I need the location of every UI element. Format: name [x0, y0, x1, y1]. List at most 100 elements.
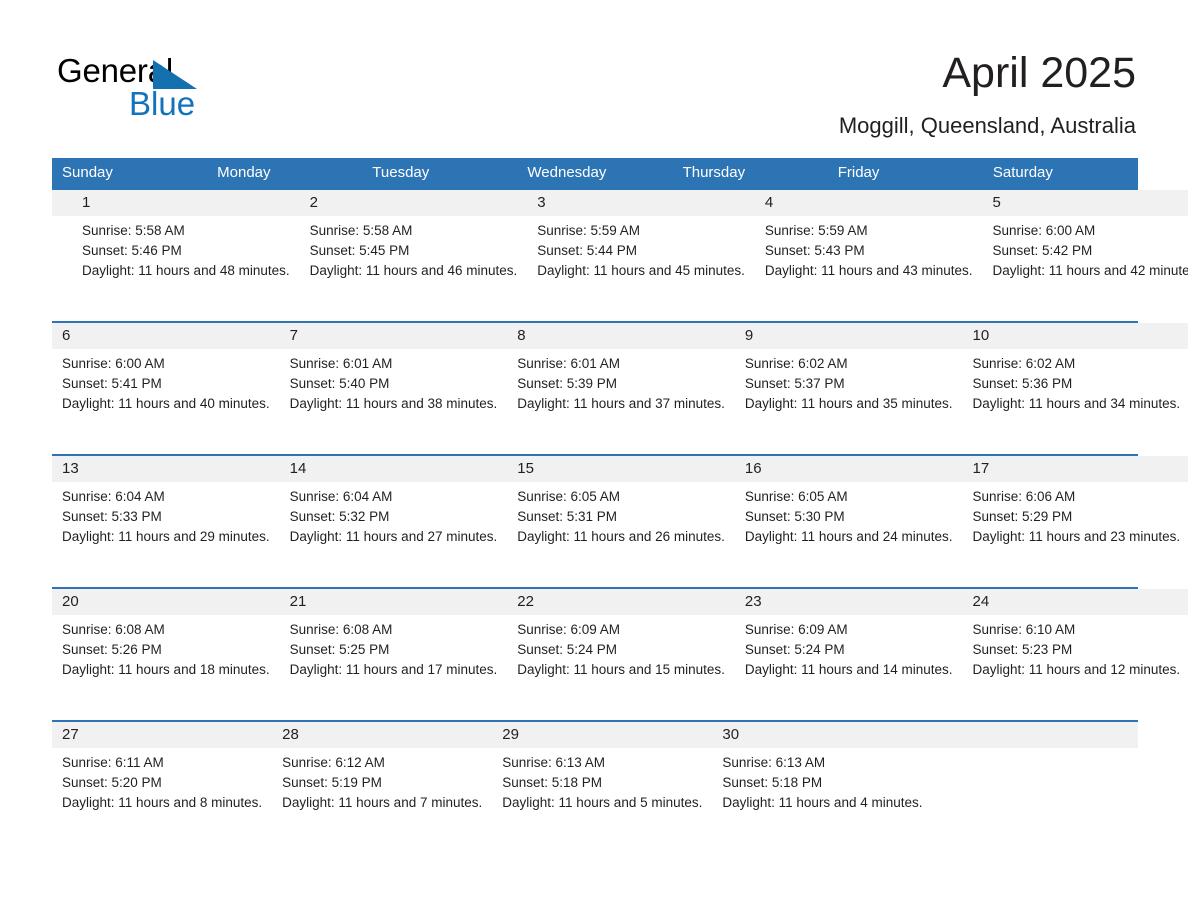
day-cell[interactable]: 7 Sunrise: 6:01 AM Sunset: 5:40 PM Daylight… [279, 323, 508, 454]
day-number-band: 23 [734, 589, 963, 615]
day-cell[interactable]: 3 Sunrise: 5:59 AM Sunset: 5:44 PM Daylight… [527, 190, 755, 321]
day-number: 16 [744, 460, 762, 477]
day-cell-empty [1001, 722, 1070, 853]
day-cell[interactable]: 30 Sunrise: 6:13 AM Sunset: 5:18 PM Dayligh… [712, 722, 933, 853]
day-number: 17 [972, 460, 990, 477]
daylight-text: Daylight: 11 hours and 5 minutes. [502, 795, 703, 810]
sunrise-text: Sunrise: 6:04 AM [289, 489, 393, 504]
sunrise-text: Sunrise: 5:58 AM [82, 223, 185, 238]
sunset-text: Sunset: 5:42 PM [992, 243, 1093, 258]
day-number-band: 15 [507, 456, 735, 482]
day-cell-empty [1069, 722, 1138, 853]
day-number-band: 1 [72, 190, 300, 216]
sunrise-text: Sunrise: 6:04 AM [62, 489, 165, 504]
weekday-header-friday: Friday [837, 164, 880, 181]
day-number-band: 13 [52, 456, 280, 482]
day-cell[interactable]: 16 Sunrise: 6:05 AM Sunset: 5:30 PM Dayligh… [734, 456, 963, 587]
day-cell[interactable]: 14 Sunrise: 6:04 AM Sunset: 5:32 PM Dayligh… [279, 456, 508, 587]
day-cell[interactable]: 28 Sunrise: 6:12 AM Sunset: 5:19 PM Dayligh… [272, 722, 493, 853]
day-number: 1 [82, 194, 91, 211]
day-number-band: 8 [507, 323, 735, 349]
day-info: Sunrise: 5:59 AM Sunset: 5:44 PM Daylight:… [527, 216, 755, 281]
sunrise-text: Sunrise: 6:13 AM [722, 755, 826, 770]
day-number-band [1001, 722, 1070, 748]
day-cell[interactable]: 4 Sunrise: 5:59 AM Sunset: 5:43 PM Daylight… [754, 190, 983, 321]
calendar-week-row: 27 Sunrise: 6:11 AM Sunset: 5:20 PM Dayligh… [52, 720, 1138, 853]
sunset-text: Sunset: 5:18 PM [502, 775, 603, 790]
day-cell[interactable]: 2 Sunrise: 5:58 AM Sunset: 5:45 PM Daylight… [299, 190, 528, 321]
day-cell-empty [52, 190, 62, 321]
day-info: Sunrise: 6:08 AM Sunset: 5:26 PM Daylight:… [52, 615, 280, 680]
day-info: Sunrise: 6:12 AM Sunset: 5:19 PM Daylight:… [272, 748, 492, 813]
day-cell[interactable]: 29 Sunrise: 6:13 AM Sunset: 5:18 PM Dayligh… [492, 722, 713, 853]
day-number-band: 6 [52, 323, 280, 349]
sunset-text: Sunset: 5:33 PM [62, 509, 162, 524]
day-info: Sunrise: 6:04 AM Sunset: 5:33 PM Daylight:… [52, 482, 280, 547]
day-info: Sunrise: 6:13 AM Sunset: 5:18 PM Daylight:… [712, 748, 932, 813]
sunrise-text: Sunrise: 6:05 AM [744, 489, 848, 504]
day-number: 7 [289, 327, 298, 344]
daylight-text: Daylight: 11 hours and 38 minutes. [289, 396, 498, 411]
daylight-text: Daylight: 11 hours and 35 minutes. [744, 396, 953, 411]
day-number-band: 24 [962, 589, 1188, 615]
day-cell[interactable]: 6 Sunrise: 6:00 AM Sunset: 5:41 PM Daylight… [52, 323, 280, 454]
daylight-text: Daylight: 11 hours and 4 minutes. [722, 795, 923, 810]
day-cell[interactable]: 8 Sunrise: 6:01 AM Sunset: 5:39 PM Daylight… [507, 323, 735, 454]
day-cell[interactable]: 10 Sunrise: 6:02 AM Sunset: 5:36 PM Dayligh… [962, 323, 1188, 454]
sunrise-text: Sunrise: 6:00 AM [62, 356, 165, 371]
day-info: Sunrise: 6:05 AM Sunset: 5:31 PM Daylight:… [507, 482, 735, 547]
day-cell[interactable]: 15 Sunrise: 6:05 AM Sunset: 5:31 PM Dayligh… [507, 456, 735, 587]
daylight-text: Daylight: 11 hours and 14 minutes. [744, 662, 953, 677]
day-info: Sunrise: 6:02 AM Sunset: 5:37 PM Daylight:… [735, 349, 963, 414]
daylight-text: Daylight: 11 hours and 26 minutes. [517, 529, 725, 544]
sunset-text: Sunset: 5:39 PM [517, 376, 618, 391]
daylight-text: Daylight: 11 hours and 43 minutes. [764, 263, 973, 278]
sunset-text: Sunset: 5:20 PM [62, 775, 162, 790]
day-number: 3 [537, 194, 546, 211]
day-number: 15 [517, 460, 534, 477]
day-info: Sunrise: 5:58 AM Sunset: 5:46 PM Daylight:… [72, 216, 300, 281]
daylight-text: Daylight: 11 hours and 29 minutes. [62, 529, 270, 544]
day-cell[interactable]: 23 Sunrise: 6:09 AM Sunset: 5:24 PM Dayligh… [734, 589, 963, 720]
day-cell[interactable]: 20 Sunrise: 6:08 AM Sunset: 5:26 PM Dayligh… [52, 589, 280, 720]
sunrise-text: Sunrise: 6:08 AM [62, 622, 165, 637]
general-blue-logo[interactable]: General Blue [57, 52, 247, 128]
sunrise-text: Sunrise: 6:11 AM [62, 755, 164, 770]
location-subtitle: Moggill, Queensland, Australia [838, 113, 1136, 138]
day-number-band [932, 722, 1001, 748]
sunset-text: Sunset: 5:45 PM [309, 243, 410, 258]
day-cell[interactable]: 5 Sunrise: 6:00 AM Sunset: 5:42 PM Daylight… [982, 190, 1188, 321]
day-info: Sunrise: 6:06 AM Sunset: 5:29 PM Daylight:… [963, 482, 1188, 547]
day-cell[interactable]: 13 Sunrise: 6:04 AM Sunset: 5:33 PM Dayligh… [52, 456, 280, 587]
day-cell[interactable]: 24 Sunrise: 6:10 AM Sunset: 5:23 PM Dayligh… [962, 589, 1188, 720]
day-number: 27 [62, 726, 79, 743]
daylight-text: Daylight: 11 hours and 45 minutes. [537, 263, 745, 278]
sunset-text: Sunset: 5:26 PM [62, 642, 162, 657]
day-cell[interactable]: 17 Sunrise: 6:06 AM Sunset: 5:29 PM Dayligh… [962, 456, 1188, 587]
sunrise-text: Sunrise: 6:05 AM [517, 489, 621, 504]
daylight-text: Daylight: 11 hours and 17 minutes. [289, 662, 498, 677]
day-number-band: 16 [734, 456, 963, 482]
day-cell[interactable]: 21 Sunrise: 6:08 AM Sunset: 5:25 PM Dayligh… [279, 589, 508, 720]
sunrise-text: Sunrise: 6:12 AM [282, 755, 385, 770]
sunrise-text: Sunrise: 5:58 AM [309, 223, 413, 238]
logo-text-blue: Blue [129, 85, 196, 122]
day-cell[interactable]: 22 Sunrise: 6:09 AM Sunset: 5:24 PM Dayligh… [507, 589, 735, 720]
sunrise-text: Sunrise: 6:08 AM [289, 622, 393, 637]
day-number: 21 [289, 593, 307, 610]
page-title: April 2025 [942, 49, 1136, 97]
day-number-band: 17 [962, 456, 1188, 482]
day-number-band: 14 [279, 456, 508, 482]
sunrise-text: Sunrise: 6:00 AM [992, 223, 1096, 238]
daylight-text: Daylight: 11 hours and 46 minutes. [309, 263, 518, 278]
day-cell[interactable]: 1 Sunrise: 5:58 AM Sunset: 5:46 PM Daylight… [72, 190, 300, 321]
day-cell[interactable]: 27 Sunrise: 6:11 AM Sunset: 5:20 PM Dayligh… [52, 722, 273, 853]
day-number: 28 [282, 726, 299, 743]
daylight-text: Daylight: 11 hours and 34 minutes. [972, 396, 1181, 411]
day-info: Sunrise: 6:08 AM Sunset: 5:25 PM Daylight:… [280, 615, 508, 680]
day-number: 30 [722, 726, 740, 743]
calendar-weeks: 1 Sunrise: 5:58 AM Sunset: 5:46 PM Daylight… [52, 188, 1188, 853]
day-number-band: 4 [754, 190, 983, 216]
day-number: 23 [744, 593, 762, 610]
day-cell[interactable]: 9 Sunrise: 6:02 AM Sunset: 5:37 PM Daylight… [734, 323, 963, 454]
